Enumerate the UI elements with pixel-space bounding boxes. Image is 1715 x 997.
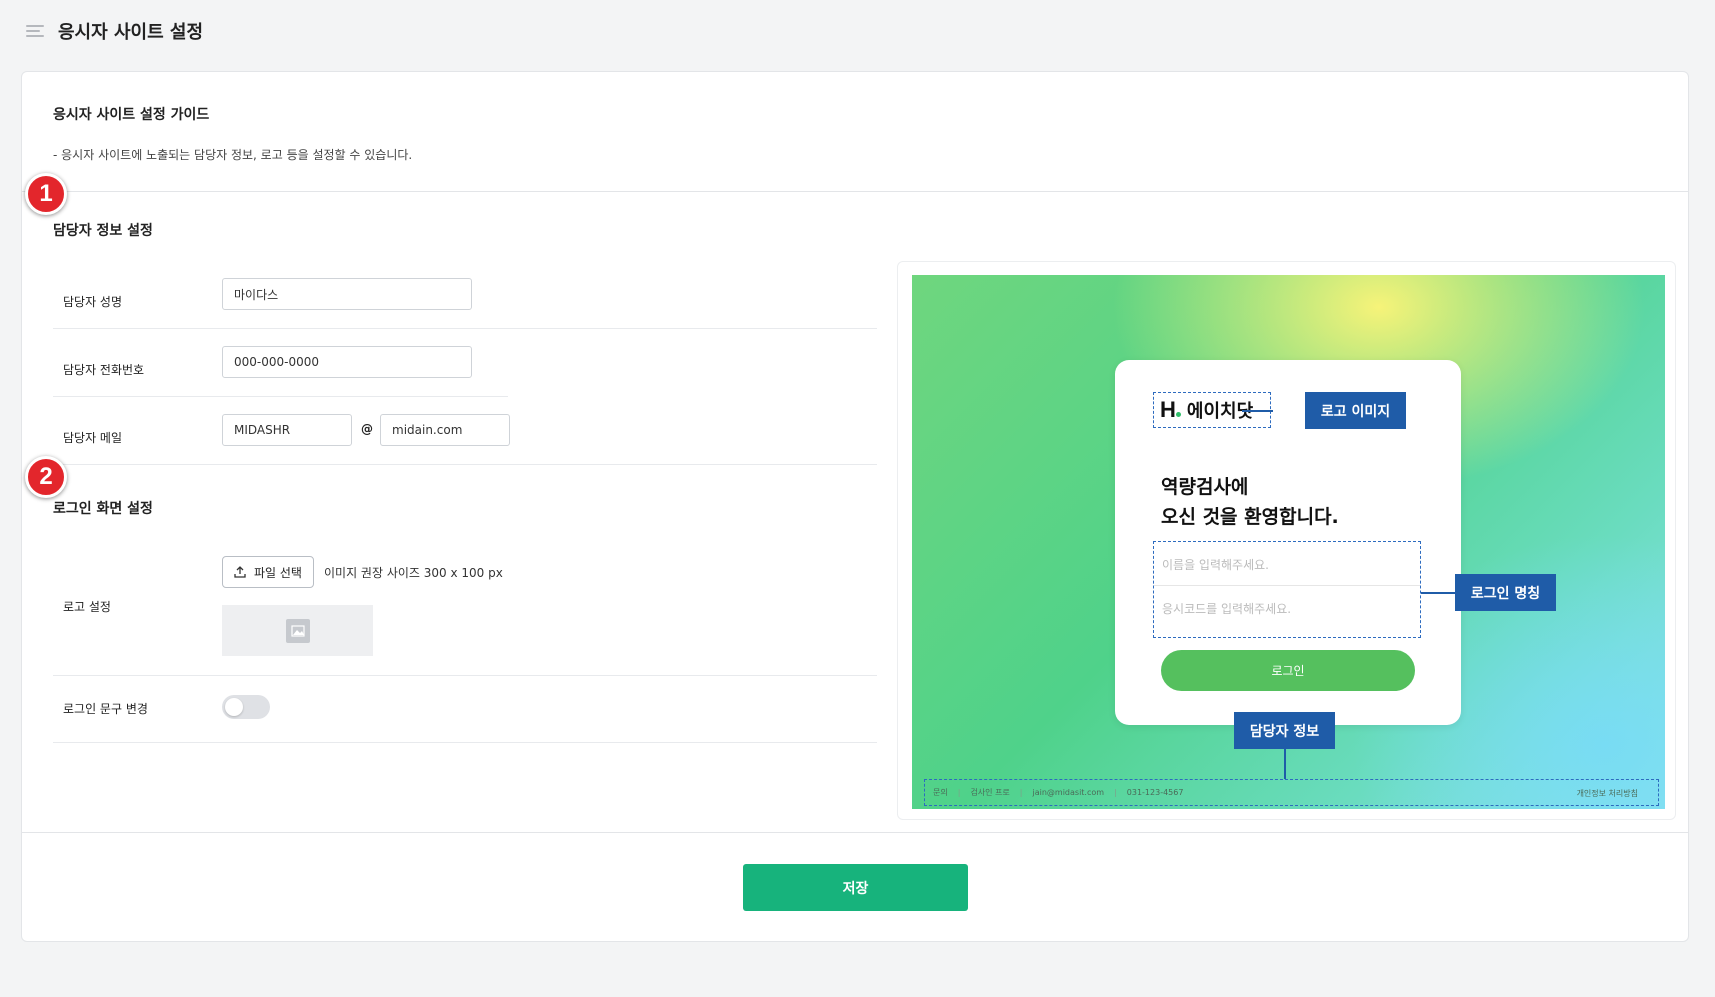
callout-logo-image: 로고 이미지 — [1305, 392, 1406, 429]
callout-connector — [1242, 410, 1273, 412]
footer-privacy: 개인정보 처리방침 — [1576, 789, 1638, 798]
row-divider — [53, 742, 877, 743]
step-badge-2: 2 — [25, 456, 67, 498]
page-title: 응시자 사이트 설정 — [58, 22, 204, 43]
name-input-placeholder: 이름을 입력해주세요. — [1162, 558, 1269, 572]
row-divider — [53, 675, 877, 676]
callout-connector — [1421, 592, 1455, 594]
file-size-hint: 이미지 권장 사이즈 300 x 100 px — [324, 566, 503, 580]
login-preview: H 에이치닷 역량검사에 오신 것을 환영합니다. 이름을 입력해주세요. 응시… — [912, 275, 1665, 809]
logo-preview — [222, 605, 373, 656]
row-divider — [53, 328, 877, 329]
brand-logo-icon: H — [1160, 397, 1181, 423]
file-select-button[interactable]: 파일 선택 — [222, 556, 314, 588]
contact-phone-label: 담당자 전화번호 — [63, 363, 145, 377]
save-button[interactable]: 저장 — [743, 864, 968, 911]
login-phrase-toggle[interactable] — [222, 695, 270, 719]
contact-email-label: 담당자 메일 — [63, 431, 123, 445]
preview-footer: 문의 | 검사인 프로 | jain@midasit.com | 031-123… — [924, 779, 1659, 806]
email-domain-field[interactable]: midain.com — [380, 414, 510, 446]
row-divider — [53, 464, 877, 465]
contact-name-field[interactable]: 마이다스 — [222, 278, 472, 310]
contact-name-label: 담당자 성명 — [63, 295, 123, 309]
login-phrase-label: 로그인 문구 변경 — [63, 702, 148, 716]
callout-connector — [1284, 749, 1286, 779]
logo-setting-label: 로고 설정 — [63, 600, 111, 614]
preview-fields: 이름을 입력해주세요. 응시코드를 입력해주세요. — [1153, 541, 1421, 638]
footer-email: jain@midasit.com — [1032, 788, 1105, 797]
upload-icon — [234, 566, 246, 578]
welcome-line-2: 오신 것을 환영합니다. — [1161, 506, 1339, 528]
row-divider — [53, 396, 508, 397]
contact-section-title: 담당자 정보 설정 — [53, 223, 153, 239]
footer-phone: 031-123-4567 — [1126, 788, 1184, 797]
footer-divider — [22, 832, 1688, 833]
guide-divider — [22, 191, 1688, 192]
welcome-text: 역량검사에 오신 것을 환영합니다. — [1161, 472, 1339, 532]
preview-login-button: 로그인 — [1161, 650, 1415, 691]
step-badge-1: 1 — [25, 173, 67, 215]
guide-description: - 응시자 사이트에 노출되는 담당자 정보, 로고 등을 설정할 수 있습니다… — [53, 148, 413, 162]
footer-inquiry: 문의 — [933, 788, 948, 797]
guide-title: 응시자 사이트 설정 가이드 — [53, 107, 210, 123]
code-input-placeholder: 응시코드를 입력해주세요. — [1162, 602, 1292, 616]
contact-phone-field[interactable]: 000-000-0000 — [222, 346, 472, 378]
login-section-title: 로그인 화면 설정 — [53, 501, 153, 517]
footer-manager: 검사인 프로 — [970, 788, 1010, 797]
image-icon — [285, 618, 310, 643]
email-user-field[interactable]: MIDASHR — [222, 414, 352, 446]
email-at-sign: @ — [361, 422, 373, 436]
welcome-line-1: 역량검사에 — [1161, 476, 1249, 498]
page-header: 응시자 사이트 설정 — [0, 0, 1715, 62]
file-select-label: 파일 선택 — [254, 565, 302, 580]
preview-login-card: H 에이치닷 역량검사에 오신 것을 환영합니다. 이름을 입력해주세요. 응시… — [1115, 360, 1461, 725]
callout-contact-info: 담당자 정보 — [1234, 712, 1335, 749]
guide: 응시자 사이트 설정 가이드 - 응시자 사이트에 노출되는 담당자 정보, 로… — [53, 104, 412, 163]
menu-icon[interactable] — [26, 25, 44, 37]
callout-login-name: 로그인 명칭 — [1455, 574, 1556, 611]
